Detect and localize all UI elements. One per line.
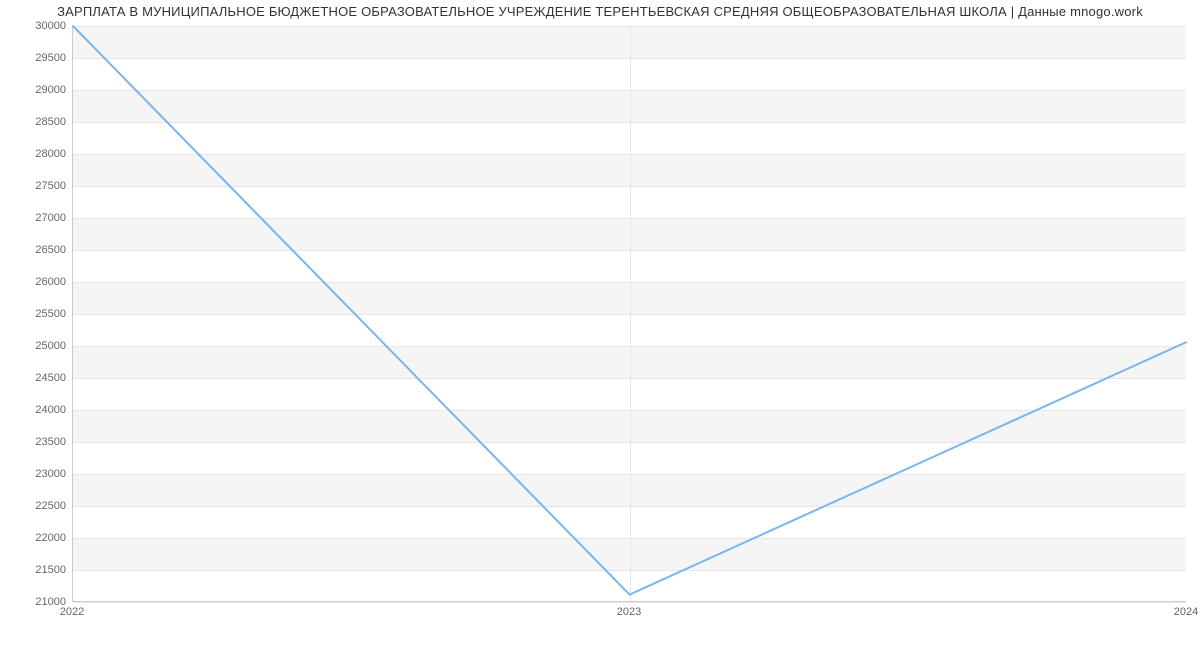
line-series [73,26,1186,601]
y-tick-label: 27000 [10,212,66,224]
y-tick-label: 26500 [10,244,66,256]
y-tick-label: 23500 [10,436,66,448]
y-tick-label: 27500 [10,180,66,192]
y-tick-label: 23000 [10,468,66,480]
x-tick-label: 2022 [60,606,84,618]
grid-line [73,602,1186,603]
y-tick-label: 30000 [10,20,66,32]
y-tick-label: 21500 [10,564,66,576]
y-tick-label: 22500 [10,500,66,512]
y-tick-label: 28000 [10,148,66,160]
x-tick-label: 2024 [1174,606,1198,618]
y-tick-label: 25000 [10,340,66,352]
y-tick-label: 25500 [10,308,66,320]
salary-line-chart: ЗАРПЛАТА В МУНИЦИПАЛЬНОЕ БЮДЖЕТНОЕ ОБРАЗ… [0,0,1200,650]
y-tick-label: 22000 [10,532,66,544]
y-tick-label: 29000 [10,84,66,96]
y-tick-label: 21000 [10,596,66,608]
chart-title: ЗАРПЛАТА В МУНИЦИПАЛЬНОЕ БЮДЖЕТНОЕ ОБРАЗ… [0,4,1200,19]
x-tick-label: 2023 [617,606,641,618]
plot-area[interactable] [72,26,1186,602]
y-tick-label: 26000 [10,276,66,288]
y-tick-label: 29500 [10,52,66,64]
y-tick-label: 28500 [10,116,66,128]
y-tick-label: 24500 [10,372,66,384]
y-tick-label: 24000 [10,404,66,416]
